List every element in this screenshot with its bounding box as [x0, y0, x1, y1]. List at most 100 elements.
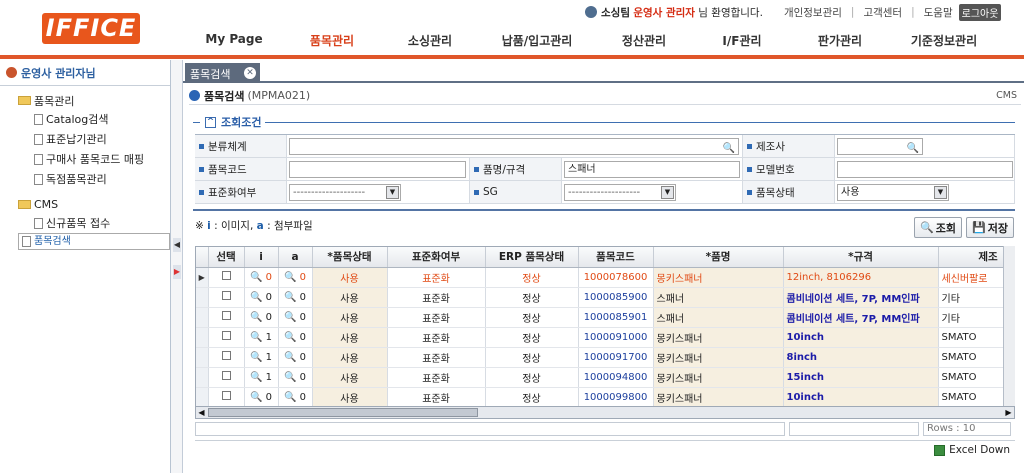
- close-icon[interactable]: ✕: [244, 67, 256, 79]
- scroll-thumb[interactable]: [208, 408, 478, 417]
- menu-exclusive-items[interactable]: 독점품목관리: [18, 169, 170, 189]
- search-button[interactable]: 🔍 조회: [914, 217, 963, 238]
- attachment-cell[interactable]: 🔍 0: [278, 267, 313, 288]
- menu-standard-delivery[interactable]: 표준납기관리: [18, 129, 170, 149]
- excel-download-button[interactable]: Excel Down: [934, 444, 1010, 456]
- nav-settlement[interactable]: 정산관리: [595, 31, 693, 49]
- chevron-down-icon[interactable]: ▼: [386, 185, 399, 199]
- nav-item-management[interactable]: 품목관리: [283, 31, 381, 49]
- image-cell[interactable]: 🔍 1: [244, 367, 279, 388]
- folder-item-management[interactable]: 품목관리: [18, 92, 170, 109]
- item-status-select[interactable]: 사용 ▼: [837, 183, 949, 201]
- horizontal-scrollbar[interactable]: ◀ ▶: [195, 406, 1015, 419]
- row-checkbox[interactable]: [208, 367, 245, 388]
- spec-cell[interactable]: 8inch: [783, 347, 939, 368]
- collapse-left-icon[interactable]: ◀: [173, 238, 181, 252]
- attachment-cell[interactable]: 🔍 0: [278, 367, 313, 388]
- row-checkbox[interactable]: [208, 267, 245, 288]
- logo[interactable]: IFFICE: [42, 13, 140, 44]
- attachment-cell[interactable]: 🔍 0: [278, 287, 313, 308]
- item-status-cell[interactable]: 사용: [312, 267, 388, 288]
- item-name-cell[interactable]: 몽키스패너: [653, 347, 784, 368]
- table-row[interactable]: 🔍 1 🔍 0 사용 표준화 정상 1000094800 몽키스패너 15inch SMATO: [196, 367, 1014, 388]
- attachment-cell[interactable]: 🔍 0: [278, 387, 313, 408]
- table-row[interactable]: 🔍 0 🔍 0 사용 표준화 정상 1000099800 몽키스패너 10inch SMATO: [196, 387, 1014, 408]
- row-checkbox[interactable]: [208, 307, 245, 328]
- item-name-cell[interactable]: 몽키스패너: [653, 327, 784, 348]
- item-name-cell[interactable]: 스패너: [653, 287, 784, 308]
- checkbox[interactable]: [221, 271, 231, 280]
- magnifier-icon[interactable]: 🔍: [250, 392, 262, 403]
- item-status-cell[interactable]: 사용: [312, 347, 388, 368]
- table-row[interactable]: 🔍 1 🔍 0 사용 표준화 정상 1000091700 몽키스패너 8inch SMATO: [196, 347, 1014, 368]
- col-item-status[interactable]: *품목상태: [312, 247, 388, 268]
- magnifier-icon[interactable]: 🔍: [250, 372, 262, 383]
- item-status-cell[interactable]: 사용: [312, 367, 388, 388]
- sidebar-splitter[interactable]: ◀ ▶: [171, 60, 183, 473]
- magnifier-icon[interactable]: 🔍: [250, 332, 262, 343]
- col-erp-status[interactable]: ERP 품목상태: [485, 247, 579, 268]
- link-profile[interactable]: 개인정보관리: [784, 5, 842, 20]
- item-status-cell[interactable]: 사용: [312, 327, 388, 348]
- standardized-select[interactable]: -------------------- ▼: [289, 183, 401, 201]
- nav-delivery[interactable]: 납품/입고관리: [479, 31, 595, 49]
- magnifier-icon[interactable]: 🔍: [284, 332, 296, 343]
- table-row[interactable]: 🔍 0 🔍 0 사용 표준화 정상 1000085900 스패너 콤비네이션 세트, 7P, …: [196, 287, 1014, 308]
- row-checkbox[interactable]: [208, 327, 245, 348]
- checkbox[interactable]: [221, 391, 231, 400]
- spec-cell[interactable]: 10inch: [783, 387, 939, 408]
- nav-sourcing[interactable]: 소싱관리: [381, 31, 479, 49]
- magnifier-icon[interactable]: 🔍: [284, 272, 296, 283]
- search-icon[interactable]: 🔍: [723, 141, 735, 156]
- spec-cell[interactable]: 15inch: [783, 367, 939, 388]
- scroll-right-icon[interactable]: ▶: [1003, 407, 1014, 418]
- menu-catalog-search[interactable]: Catalog검색: [18, 109, 170, 129]
- menu-new-item-intake[interactable]: 신규품목 접수: [18, 213, 170, 233]
- chevron-down-icon[interactable]: ▼: [934, 185, 947, 199]
- magnifier-icon[interactable]: 🔍: [284, 392, 296, 403]
- item-status-cell[interactable]: 사용: [312, 287, 388, 308]
- item-status-cell[interactable]: 사용: [312, 307, 388, 328]
- collapse-toggle[interactable]: ^: [205, 116, 216, 128]
- expand-right-icon[interactable]: ▶: [173, 265, 181, 279]
- menu-buyer-code-mapping[interactable]: 구매사 품목코드 매핑: [18, 149, 170, 169]
- col-standardized[interactable]: 표준화여부: [387, 247, 486, 268]
- magnifier-icon[interactable]: 🔍: [284, 312, 296, 323]
- checkbox[interactable]: [221, 311, 231, 320]
- checkbox[interactable]: [221, 291, 231, 300]
- magnifier-icon[interactable]: 🔍: [284, 292, 296, 303]
- magnifier-icon[interactable]: 🔍: [284, 372, 296, 383]
- checkbox[interactable]: [221, 371, 231, 380]
- item-name-cell[interactable]: 몽키스패너: [653, 267, 784, 288]
- row-checkbox[interactable]: [208, 347, 245, 368]
- item-name-cell[interactable]: 스패너: [653, 307, 784, 328]
- link-help[interactable]: 도움말: [924, 5, 953, 20]
- spec-cell[interactable]: 콤비네이션 세트, 7P, MM인파: [783, 287, 939, 308]
- row-checkbox[interactable]: [208, 387, 245, 408]
- nav-mypage[interactable]: My Page: [185, 31, 283, 49]
- nav-pricing[interactable]: 판가관리: [791, 31, 889, 49]
- image-cell[interactable]: 🔍 0: [244, 307, 279, 328]
- table-row[interactable]: ▶ 🔍 0 🔍 0 사용 표준화 정상 1000078600 몽키스패너 12inch, 810…: [196, 267, 1014, 288]
- category-input[interactable]: 🔍: [289, 137, 739, 156]
- folder-cms[interactable]: CMS: [18, 196, 170, 213]
- magnifier-icon[interactable]: 🔍: [284, 352, 296, 363]
- item-name-cell[interactable]: 몽키스패너: [653, 387, 784, 408]
- attachment-cell[interactable]: 🔍 0: [278, 307, 313, 328]
- col-attachment[interactable]: a: [278, 247, 313, 268]
- nav-master[interactable]: 기준정보관리: [889, 31, 999, 49]
- magnifier-icon[interactable]: 🔍: [250, 352, 262, 363]
- item-name-input[interactable]: 스패너: [564, 160, 740, 178]
- image-cell[interactable]: 🔍 1: [244, 347, 279, 368]
- image-cell[interactable]: 🔍 1: [244, 327, 279, 348]
- col-item-name[interactable]: *품명: [653, 247, 784, 268]
- checkbox[interactable]: [221, 351, 231, 360]
- menu-item-search[interactable]: 품목검색: [18, 233, 170, 250]
- vertical-scrollbar[interactable]: [1003, 246, 1015, 406]
- col-image[interactable]: i: [244, 247, 279, 268]
- nav-if[interactable]: I/F관리: [693, 31, 791, 49]
- item-code-input[interactable]: [289, 160, 466, 178]
- save-button[interactable]: 💾 저장: [966, 217, 1014, 238]
- col-item-code[interactable]: 품목코드: [578, 247, 654, 268]
- tab-item-search[interactable]: 품목검색 ✕: [185, 63, 260, 83]
